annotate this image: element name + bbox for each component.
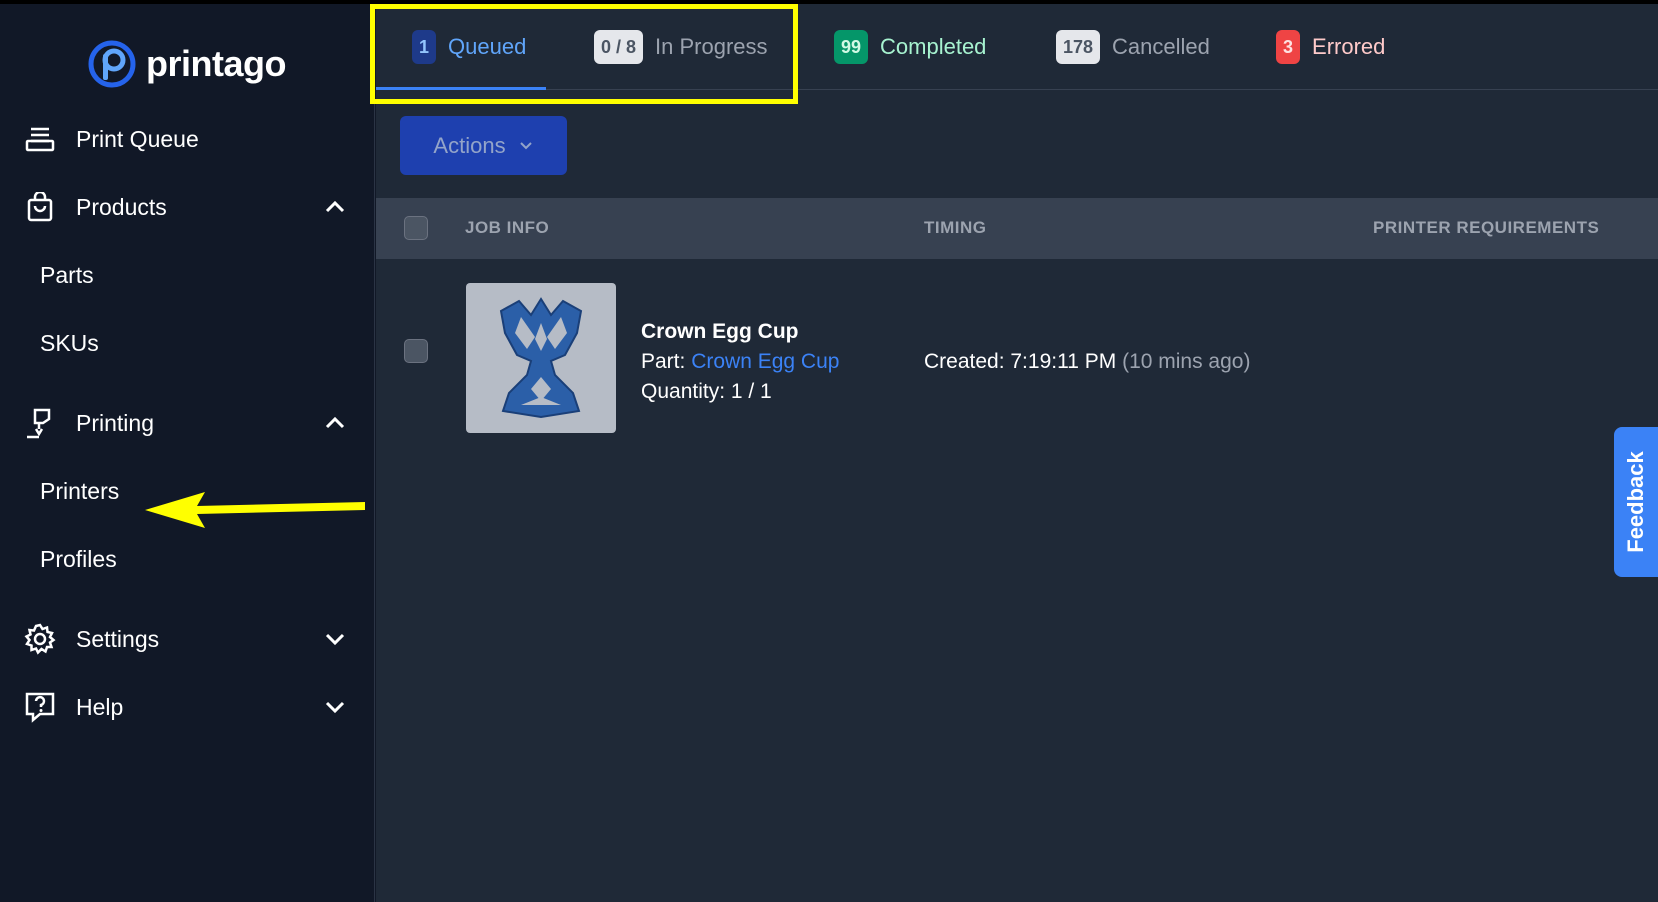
sidebar-item-label: Printing bbox=[76, 409, 154, 436]
status-tabs: 1 Queued 0 / 8 In Progress 99 Completed … bbox=[376, 4, 1658, 90]
egg-cup-model-image bbox=[499, 297, 583, 419]
part-link[interactable]: Crown Egg Cup bbox=[691, 350, 839, 373]
chevron-up-icon[interactable] bbox=[322, 194, 348, 220]
tab-badge: 178 bbox=[1056, 30, 1101, 64]
chevron-down-icon bbox=[519, 141, 532, 149]
sidebar-item-print-queue[interactable]: Print Queue bbox=[0, 113, 375, 165]
printer-arm-icon bbox=[24, 407, 56, 439]
chevron-down-icon[interactable] bbox=[322, 626, 348, 652]
sidebar-item-label: SKUs bbox=[40, 329, 99, 356]
job-part: Part: Crown Egg Cup bbox=[641, 350, 839, 374]
shopping-bag-icon bbox=[24, 191, 56, 223]
sidebar-item-parts[interactable]: Parts bbox=[0, 249, 375, 301]
created-time: Created: 7:19:11 PM bbox=[924, 350, 1117, 373]
table-header: JOB INFO TIMING PRINTER REQUIREMENTS bbox=[376, 198, 1658, 259]
tab-badge: 99 bbox=[834, 30, 869, 64]
select-all-checkbox[interactable] bbox=[404, 216, 428, 240]
sidebar-item-settings[interactable]: Settings bbox=[0, 613, 375, 665]
tab-completed[interactable]: 99 Completed bbox=[834, 26, 986, 68]
tab-in-progress[interactable]: 0 / 8 In Progress bbox=[594, 26, 768, 68]
chevron-down-icon[interactable] bbox=[322, 694, 348, 720]
tab-badge: 3 bbox=[1276, 30, 1301, 64]
active-tab-indicator bbox=[376, 87, 546, 90]
job-title: Crown Egg Cup bbox=[641, 320, 799, 343]
column-header-timing[interactable]: TIMING bbox=[924, 218, 987, 238]
main-content: 1 Queued 0 / 8 In Progress 99 Completed … bbox=[376, 4, 1658, 902]
sidebar-item-label: Products bbox=[76, 193, 167, 220]
tab-badge: 1 bbox=[412, 30, 437, 64]
chevron-up-icon[interactable] bbox=[322, 410, 348, 436]
job-thumbnail bbox=[466, 283, 616, 433]
relative-time: (10 mins ago) bbox=[1122, 350, 1251, 373]
tab-errored[interactable]: 3 Errored bbox=[1276, 26, 1385, 68]
sidebar-item-label: Settings bbox=[76, 625, 160, 652]
sidebar-item-label: Parts bbox=[40, 261, 94, 288]
help-icon bbox=[24, 691, 56, 723]
tab-label: Cancelled bbox=[1112, 34, 1210, 59]
sidebar: printago Print Queue Products Parts SKUs… bbox=[0, 4, 375, 902]
job-timing: Created: 7:19:11 PM (10 mins ago) bbox=[924, 350, 1250, 374]
feedback-label: Feedback bbox=[1623, 451, 1648, 553]
sidebar-item-products[interactable]: Products bbox=[0, 181, 375, 233]
sidebar-item-help[interactable]: Help bbox=[0, 681, 375, 733]
sidebar-item-printing[interactable]: Printing bbox=[0, 397, 375, 449]
tab-queued[interactable]: 1 Queued bbox=[412, 26, 526, 68]
actions-button[interactable]: Actions bbox=[400, 116, 567, 175]
sidebar-item-label: Profiles bbox=[40, 545, 117, 572]
feedback-button[interactable]: Feedback bbox=[1614, 427, 1658, 577]
arrow-annotation-icon bbox=[145, 492, 365, 528]
column-header-printer-requirements[interactable]: PRINTER REQUIREMENTS bbox=[1373, 218, 1599, 238]
table-row[interactable]: Crown Egg Cup Part: Crown Egg Cup Quanti… bbox=[376, 259, 1658, 439]
tab-label: In Progress bbox=[655, 34, 768, 59]
part-label: Part: bbox=[641, 350, 686, 373]
gear-icon bbox=[24, 623, 56, 655]
sidebar-item-label: Print Queue bbox=[76, 125, 199, 152]
sidebar-item-label: Help bbox=[76, 693, 124, 720]
sidebar-item-profiles[interactable]: Profiles bbox=[0, 533, 375, 585]
printago-logo-icon bbox=[88, 40, 136, 88]
brand-name: printago bbox=[146, 43, 286, 84]
print-queue-icon bbox=[24, 123, 56, 155]
column-header-job-info[interactable]: JOB INFO bbox=[465, 218, 549, 238]
brand-logo[interactable]: printago bbox=[88, 40, 286, 88]
tab-cancelled[interactable]: 178 Cancelled bbox=[1056, 26, 1210, 68]
sidebar-item-label: Printers bbox=[40, 477, 120, 504]
job-quantity: Quantity: 1 / 1 bbox=[641, 380, 772, 403]
sidebar-item-skus[interactable]: SKUs bbox=[0, 317, 375, 369]
tab-label: Errored bbox=[1312, 34, 1386, 59]
row-checkbox[interactable] bbox=[404, 339, 428, 363]
tab-badge: 0 / 8 bbox=[594, 30, 644, 64]
tab-label: Completed bbox=[880, 34, 987, 59]
tab-label: Queued bbox=[448, 34, 527, 59]
actions-label: Actions bbox=[433, 132, 506, 158]
